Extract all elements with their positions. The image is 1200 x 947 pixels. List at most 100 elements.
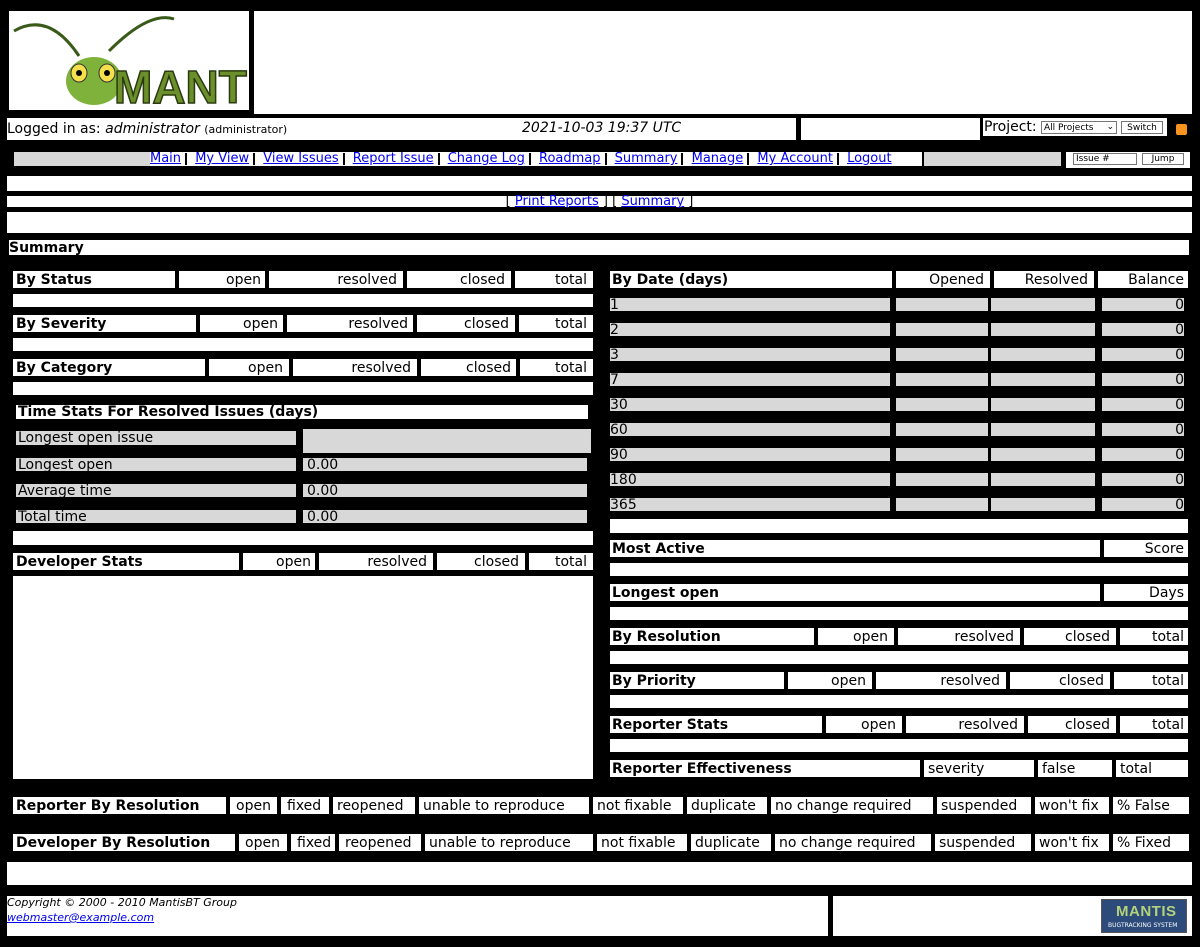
- by-date-opened[interactable]: [896, 373, 988, 386]
- col-total: total: [554, 273, 587, 287]
- by-category-body: [13, 382, 593, 395]
- time-stats-value: [303, 429, 591, 453]
- col-resolved: resolved: [337, 273, 397, 287]
- nav-my-account[interactable]: My Account: [757, 152, 833, 166]
- issue-number-input[interactable]: Issue #: [1073, 153, 1137, 165]
- by-severity-body: [13, 338, 593, 351]
- print-reports-link[interactable]: Print Reports: [515, 194, 599, 209]
- by-date-balance: 0: [1102, 373, 1184, 386]
- col-total: total: [1151, 630, 1184, 644]
- by-priority-header: By Priority open resolved closed total: [610, 672, 1188, 689]
- by-date-balance: 0: [1102, 498, 1184, 511]
- logo-box[interactable]: MANTIS: [9, 11, 249, 110]
- nav-report-issue[interactable]: Report Issue: [353, 152, 434, 166]
- developer-by-resolution-header: Developer By Resolution open fixed reope…: [13, 834, 1189, 851]
- col-fixed: fixed: [297, 836, 332, 850]
- col-resolved: Resolved: [1024, 273, 1088, 287]
- by-resolution-body: [610, 651, 1188, 664]
- nav-view-issues[interactable]: View Issues: [263, 152, 338, 166]
- col-open: open: [853, 630, 888, 644]
- col-closed: closed: [1059, 674, 1104, 688]
- col-open: open: [226, 273, 261, 287]
- col-total: total: [554, 317, 587, 331]
- col-unable-to-reproduce: unable to reproduce: [429, 836, 571, 850]
- jump-button[interactable]: Jump: [1142, 153, 1184, 165]
- project-select[interactable]: All Projects ⌄: [1041, 121, 1117, 134]
- reporter-stats-body: [610, 739, 1188, 752]
- by-date-days: 2: [610, 323, 890, 336]
- rss-icon[interactable]: [1176, 124, 1187, 135]
- user-role: (administrator): [204, 123, 288, 136]
- by-date-opened[interactable]: [896, 323, 988, 336]
- by-date-resolved[interactable]: [991, 448, 1095, 461]
- by-priority-body: [610, 695, 1188, 708]
- most-active-body: [610, 563, 1188, 576]
- nav-roadmap[interactable]: Roadmap: [539, 152, 601, 166]
- time-stats-title: Time Stats For Resolved Issues (days): [16, 405, 588, 419]
- col-open: open: [276, 555, 311, 569]
- logged-in-label: Logged in as:: [7, 121, 101, 137]
- col-total: total: [1151, 674, 1184, 688]
- sub-nav: [ Print Reports ] [ Summary ]: [7, 194, 1192, 209]
- col-percent-fixed: % Fixed: [1117, 836, 1172, 850]
- nav-my-view[interactable]: My View: [195, 152, 249, 166]
- col-total: total: [554, 361, 587, 375]
- col-closed: closed: [466, 361, 511, 375]
- by-date-opened[interactable]: [896, 348, 988, 361]
- by-date-balance: 0: [1102, 398, 1184, 411]
- col-reopened: reopened: [337, 799, 404, 813]
- nav-summary[interactable]: Summary: [615, 152, 678, 166]
- bracket: ]: [684, 194, 694, 209]
- by-priority-title: By Priority: [612, 674, 696, 688]
- col-unable-to-reproduce: unable to reproduce: [423, 799, 565, 813]
- by-date-resolved[interactable]: [991, 348, 1095, 361]
- by-date-opened[interactable]: [896, 423, 988, 436]
- reporter-by-resolution-header: Reporter By Resolution open fixed reopen…: [13, 797, 1189, 814]
- summary-link[interactable]: Summary: [621, 194, 684, 209]
- col-closed: closed: [1065, 718, 1110, 732]
- webmaster-email-link[interactable]: webmaster@example.com: [7, 911, 154, 924]
- by-date-days: 90: [610, 448, 890, 461]
- by-date-balance: 0: [1102, 298, 1184, 311]
- nav-divider: [604, 152, 607, 165]
- col-closed: closed: [460, 273, 505, 287]
- longest-open-body: [610, 607, 1188, 620]
- nav-change-log[interactable]: Change Log: [448, 152, 525, 166]
- developer-stats-header: Developer Stats open resolved closed tot…: [13, 553, 593, 570]
- nav-divider: [681, 152, 684, 165]
- nav-divider: [185, 152, 188, 165]
- reporter-effectiveness-header: Reporter Effectiveness severity false to…: [610, 760, 1188, 777]
- by-date-resolved[interactable]: [991, 298, 1095, 311]
- col-open: open: [243, 317, 278, 331]
- by-date-resolved[interactable]: [991, 423, 1095, 436]
- by-date-resolved[interactable]: [991, 498, 1095, 511]
- bracket: [: [505, 194, 515, 209]
- by-date-resolved[interactable]: [991, 373, 1095, 386]
- by-date-opened[interactable]: [896, 473, 988, 486]
- switch-button[interactable]: Switch: [1121, 121, 1163, 134]
- mantis-logo: MANTIS: [13, 16, 249, 110]
- time-stats-value: 0.00: [303, 484, 587, 497]
- login-bar: Logged in as: administrator (administrat…: [7, 118, 796, 140]
- by-date-opened[interactable]: [896, 448, 988, 461]
- nav-main[interactable]: Main: [150, 152, 181, 166]
- longest-open-title: Longest open: [612, 586, 720, 600]
- nav-manage[interactable]: Manage: [692, 152, 744, 166]
- col-balance: Balance: [1128, 273, 1184, 287]
- by-date-resolved[interactable]: [991, 398, 1095, 411]
- by-date-resolved[interactable]: [991, 323, 1095, 336]
- username[interactable]: administrator: [105, 121, 200, 137]
- mantis-badge[interactable]: MANTIS BUGTRACKING SYSTEM: [1101, 899, 1187, 933]
- col-no-change-required: no change required: [775, 799, 912, 813]
- by-date-opened[interactable]: [896, 498, 988, 511]
- nav-divider: [528, 152, 531, 165]
- nav-divider: [747, 152, 750, 165]
- by-date-opened[interactable]: [896, 398, 988, 411]
- by-date-balance: 0: [1102, 348, 1184, 361]
- by-date-opened[interactable]: [896, 298, 988, 311]
- nav-logout[interactable]: Logout: [847, 152, 892, 166]
- by-date-resolved[interactable]: [991, 473, 1095, 486]
- by-date-days: 3: [610, 348, 890, 361]
- col-closed: closed: [474, 555, 519, 569]
- banner-area: [254, 11, 1192, 114]
